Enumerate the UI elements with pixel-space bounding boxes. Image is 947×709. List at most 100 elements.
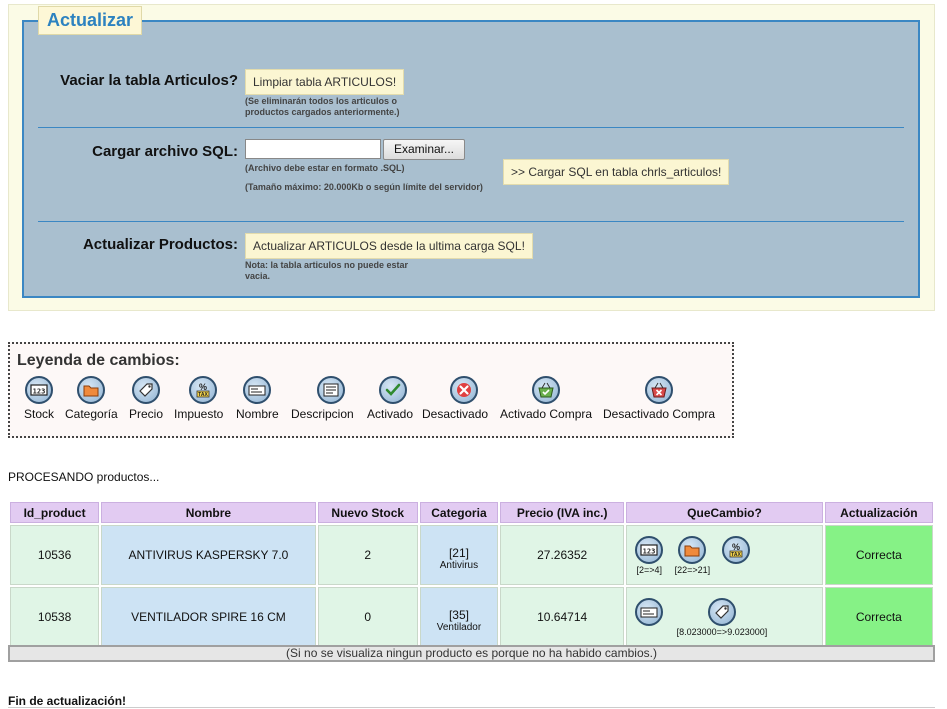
price-tag-icon — [707, 597, 736, 626]
sql-file-input[interactable] — [245, 139, 381, 159]
limpiar-tabla-button[interactable]: Limpiar tabla ARTICULOS! — [245, 69, 405, 95]
svg-text:TAX: TAX — [731, 552, 741, 558]
svg-text:%: % — [732, 542, 740, 552]
percent-tax-icon: % TAX — [189, 376, 218, 404]
change-caption: [8.023000=>9.023000] — [676, 626, 768, 637]
cat-name: Ventilador — [436, 621, 482, 633]
svg-text:%: % — [199, 382, 207, 392]
leyenda-item-desactivado: Desactivado — [422, 376, 488, 421]
leyenda-item-activado-compra: Activado Compra — [500, 376, 592, 421]
change-caption — [722, 565, 750, 575]
divider — [8, 707, 935, 708]
leyenda-item-nombre: Nombre — [236, 376, 279, 421]
change-caption: [22=>21] — [674, 564, 711, 575]
cell-nombre: ANTIVIRUS KASPERSKY 7.0 — [101, 525, 316, 585]
leyenda-item-stock: 123 Stock — [24, 376, 54, 421]
leyenda-title: Leyenda de cambios: — [17, 352, 180, 369]
check-icon — [378, 376, 407, 404]
actualizar-articulos-button[interactable]: Actualizar ARTICULOS desde la ultima car… — [245, 233, 533, 259]
change-impuesto: % TAX — [721, 535, 750, 575]
header-stock: Nuevo Stock — [317, 502, 418, 523]
table-row: 10538 VENTILADOR SPIRE 16 CM 0 [35] Vent… — [10, 587, 933, 647]
table-header-row: Id_product Nombre Nuevo Stock Categoria … — [10, 502, 933, 523]
leyenda-label: Categoría — [65, 407, 118, 421]
cell-estado: Correcta — [824, 587, 933, 647]
actualizar-note-line-2: vacia. — [245, 271, 271, 281]
change-stock: 123 [2=>4] — [635, 535, 664, 575]
actualizar-productos-label: Actualizar Productos: — [82, 236, 238, 253]
header-quecambio: QueCambio? — [626, 502, 823, 523]
price-tag-icon — [132, 376, 160, 404]
cell-quecambio: 123 [2=>4] [22=>21] % TAX — [626, 525, 823, 585]
change-categoria: [22=>21] — [674, 535, 711, 575]
leyenda-label: Activado Compra — [500, 407, 593, 421]
change-caption: [2=>4] — [636, 564, 663, 575]
actualizar-note-line-1: Nota: la tabla articulos no puede estar — [245, 260, 409, 270]
leyenda-item-activado: Activado — [367, 376, 413, 421]
cat-name: Antivirus — [439, 559, 479, 571]
browse-button[interactable]: Examinar... — [383, 139, 465, 160]
cell-precio: 27.26352 — [500, 525, 625, 585]
leyenda-item-impuesto: % TAX Impuesto — [174, 376, 223, 421]
table-footer-note: (Si no se visualiza ningun producto es p… — [8, 645, 935, 662]
cell-id: 10536 — [10, 525, 100, 585]
leyenda-label: Desactivado Compra — [603, 407, 716, 421]
cat-id: [35] — [448, 607, 469, 622]
actualizar-title: Actualizar — [38, 6, 143, 35]
fin-text: Fin de actualización! — [8, 694, 127, 708]
leyenda-label: Nombre — [236, 407, 279, 421]
leyenda-label: Descripcion — [291, 407, 354, 421]
cargar-sql-button[interactable]: >> Cargar SQL en tabla chrls_articulos! — [503, 159, 730, 185]
name-card-icon — [635, 597, 664, 626]
results-table: Id_product Nombre Nuevo Stock Categoria … — [8, 500, 935, 649]
cargar-note-size: (Tamaño máximo: 20.000Kb o según límite … — [245, 182, 483, 192]
leyenda-item-descripcion: Descripcion — [291, 376, 354, 421]
header-actualizacion: Actualización — [824, 502, 933, 523]
stock-123-icon: 123 — [25, 376, 53, 404]
change-nombre — [635, 597, 664, 637]
header-categoria: Categoria — [419, 502, 499, 523]
vaciar-note: (Se eliminarán todos los articulos o pro… — [245, 96, 400, 118]
basket-check-icon — [532, 376, 561, 404]
processing-text: PROCESANDO productos... — [8, 470, 160, 484]
cargar-label: Cargar archivo SQL: — [92, 143, 238, 160]
leyenda-label: Activado — [367, 407, 414, 421]
basket-x-icon — [645, 376, 674, 404]
separator — [38, 221, 904, 222]
leyenda-item-precio: Precio — [129, 376, 163, 421]
leyenda-item-categoria: Categoría — [65, 376, 118, 421]
cell-nombre: VENTILADOR SPIRE 16 CM — [101, 587, 316, 647]
leyenda-item-desactivado-compra: Desactivado Compra — [603, 376, 715, 421]
svg-text:123: 123 — [643, 547, 656, 555]
vaciar-note-line-2: productos cargados anteriormente.) — [245, 107, 400, 117]
leyenda-label: Impuesto — [174, 407, 224, 421]
cell-id: 10538 — [10, 587, 100, 647]
leyenda-label: Desactivado — [422, 407, 489, 421]
cell-stock: 0 — [317, 587, 418, 647]
change-caption — [635, 627, 663, 637]
svg-text:TAX: TAX — [198, 392, 208, 398]
leyenda-label: Precio — [129, 407, 164, 421]
stock-123-icon: 123 — [635, 535, 664, 564]
description-icon — [316, 376, 345, 404]
cat-id: [21] — [448, 545, 469, 560]
change-precio: [8.023000=>9.023000] — [676, 597, 768, 637]
cargar-note-format: (Archivo debe estar en formato .SQL) — [245, 163, 405, 173]
separator — [38, 127, 904, 128]
table-row: 10536 ANTIVIRUS KASPERSKY 7.0 2 [21] Ant… — [10, 525, 933, 585]
header-precio: Precio (IVA inc.) — [500, 502, 625, 523]
cell-stock: 2 — [317, 525, 418, 585]
leyenda-label: Stock — [24, 407, 55, 421]
cell-estado: Correcta — [824, 525, 933, 585]
header-nombre: Nombre — [101, 502, 316, 523]
folder-icon — [77, 376, 106, 404]
vaciar-note-line-1: (Se eliminarán todos los articulos o — [245, 96, 398, 106]
actualizar-note: Nota: la tabla articulos no puede estar … — [245, 260, 408, 282]
cell-quecambio: [8.023000=>9.023000] — [626, 587, 823, 647]
percent-tax-icon: % TAX — [721, 535, 750, 564]
cell-categoria: [21] Antivirus — [419, 525, 499, 585]
x-icon — [450, 376, 479, 404]
folder-icon — [678, 535, 707, 564]
svg-text:123: 123 — [33, 388, 46, 396]
header-id: Id_product — [10, 502, 100, 523]
